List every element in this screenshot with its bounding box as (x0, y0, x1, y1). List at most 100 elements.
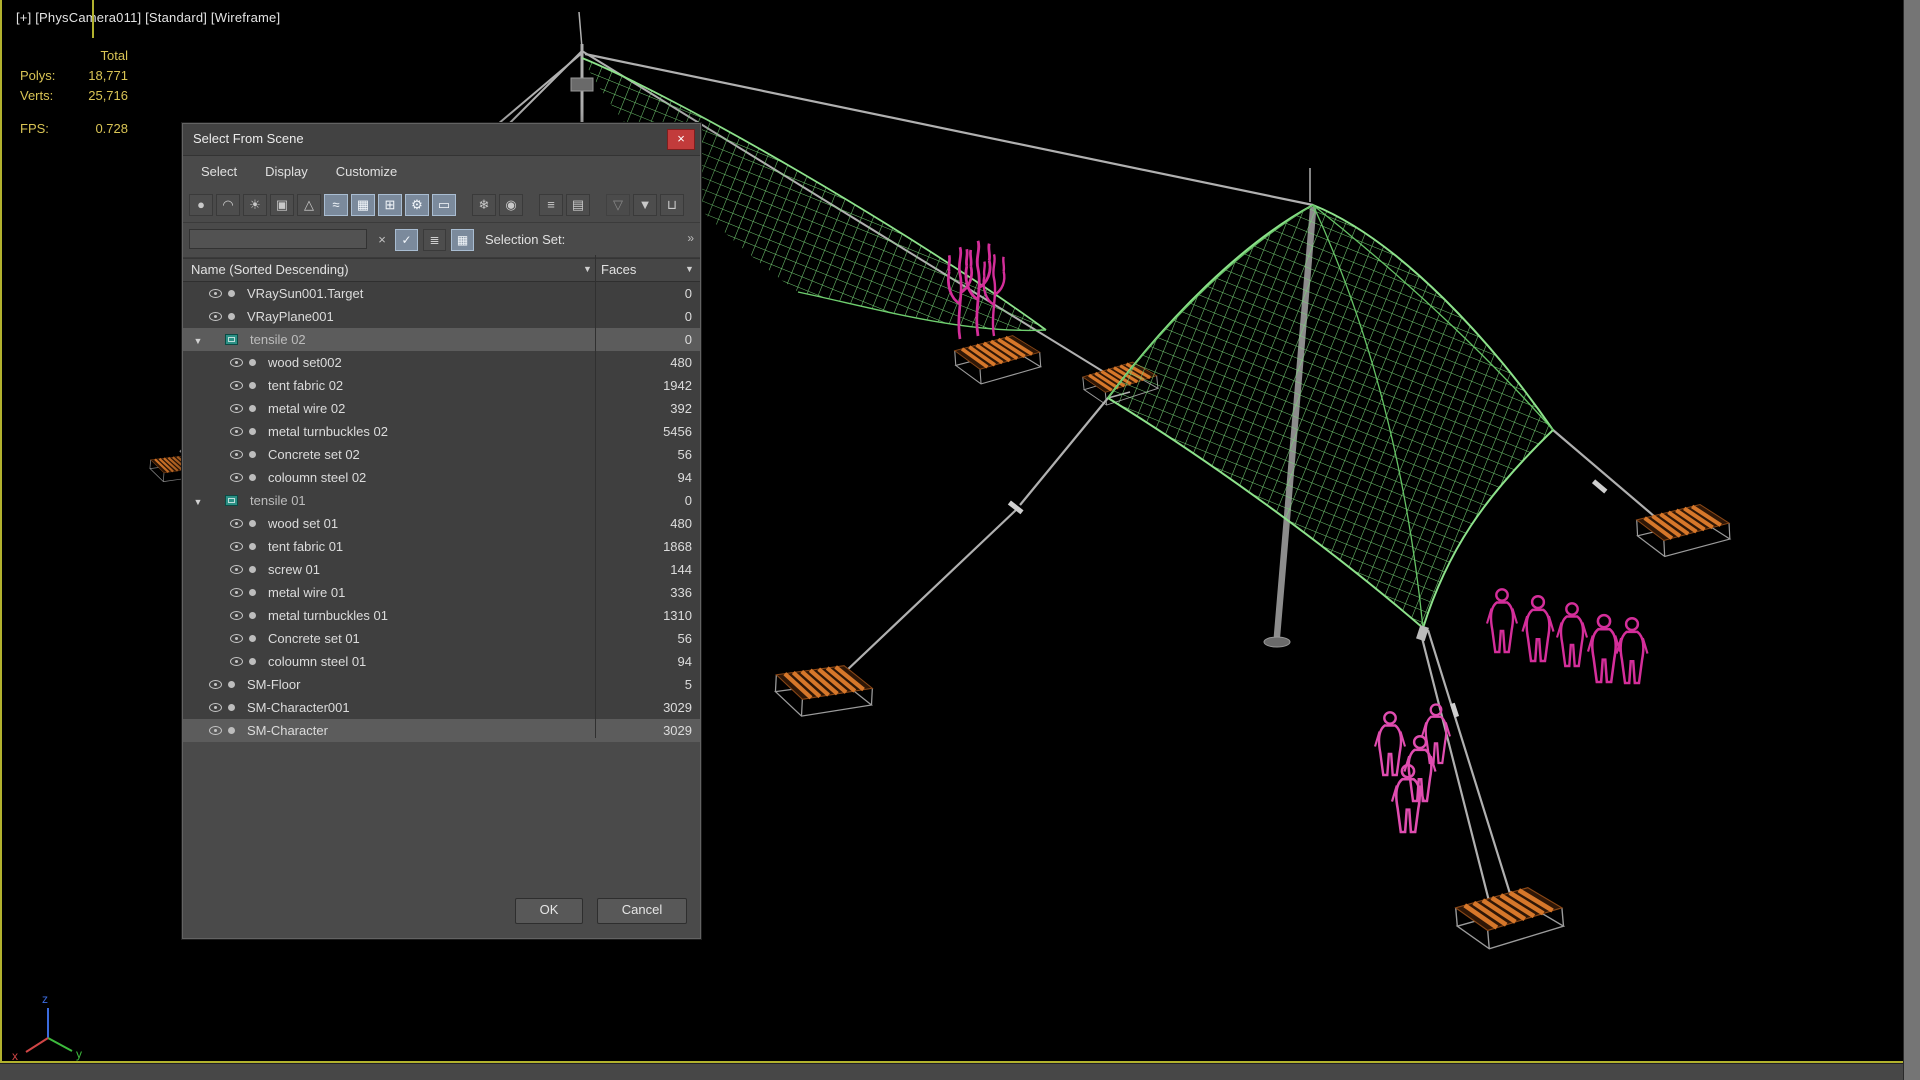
row-faces: 56 (677, 447, 692, 462)
display-containers-icon[interactable]: ▭ (432, 194, 456, 216)
visibility-eye-icon[interactable] (209, 703, 222, 712)
column-header-name[interactable]: Name (Sorted Descending) (191, 262, 349, 277)
table-row[interactable]: coloumn steel 02 94 (183, 466, 700, 489)
selectability-dot-icon[interactable] (249, 405, 256, 412)
selectability-dot-icon[interactable] (228, 313, 235, 320)
table-row[interactable]: tent fabric 02 1942 (183, 374, 700, 397)
selectability-dot-icon[interactable] (249, 658, 256, 665)
selectability-dot-icon[interactable] (228, 704, 235, 711)
menu-customize[interactable]: Customize (322, 156, 411, 188)
table-row[interactable]: metal turnbuckles 01 1310 (183, 604, 700, 627)
visibility-eye-icon[interactable] (230, 542, 243, 551)
visibility-eye-icon[interactable] (209, 289, 222, 298)
viewport-label[interactable]: [+] [PhysCamera011] [Standard] [Wirefram… (16, 10, 280, 25)
selectability-dot-icon[interactable] (249, 520, 256, 527)
table-row[interactable]: VRaySun001.Target 0 (183, 282, 700, 305)
visibility-eye-icon[interactable] (230, 473, 243, 482)
ok-button[interactable]: OK (515, 898, 583, 924)
display-bones-icon[interactable]: ⚙ (405, 194, 429, 216)
right-panel-edge[interactable] (1903, 0, 1920, 1080)
selectability-dot-icon[interactable] (228, 727, 235, 734)
selectability-dot-icon[interactable] (249, 566, 256, 573)
table-row[interactable]: Concrete set 01 56 (183, 627, 700, 650)
selectability-dot-icon[interactable] (249, 359, 256, 366)
display-geometry-icon[interactable]: ● (189, 194, 213, 216)
close-button[interactable]: × (667, 129, 695, 150)
dialog-title-bar[interactable]: Select From Scene × (183, 124, 700, 156)
table-row[interactable]: tensile 01 0 (183, 489, 700, 512)
selectability-dot-icon[interactable] (249, 451, 256, 458)
filter-sets-icon[interactable]: ▽ (606, 194, 630, 216)
selectability-dot-icon[interactable] (249, 543, 256, 550)
visibility-eye-icon[interactable] (230, 611, 243, 620)
visibility-eye-icon[interactable] (230, 634, 243, 643)
table-row[interactable]: metal wire 02 392 (183, 397, 700, 420)
menu-select[interactable]: Select (187, 156, 251, 188)
visibility-eye-icon[interactable] (230, 381, 243, 390)
table-row[interactable]: Concrete set 02 56 (183, 443, 700, 466)
visibility-eye-icon[interactable] (230, 404, 243, 413)
filter-icon[interactable]: ▼ (633, 194, 657, 216)
visibility-eye-icon[interactable] (230, 565, 243, 574)
selectability-dot-icon[interactable] (249, 589, 256, 596)
container-bin-icon[interactable]: ⊔ (660, 194, 684, 216)
clear-search-icon[interactable]: × (373, 231, 391, 249)
axis-z-label: z (42, 992, 48, 1006)
selectability-dot-icon[interactable] (249, 635, 256, 642)
row-name: metal turnbuckles 02 (268, 424, 388, 439)
display-lights-icon[interactable]: ☀ (243, 194, 267, 216)
selectability-dot-icon[interactable] (228, 290, 235, 297)
table-row[interactable]: wood set 01 480 (183, 512, 700, 535)
viewport[interactable]: z y x [+] [PhysCamera011] [Standard] [Wi… (0, 0, 1920, 1080)
scene-list[interactable]: VRaySun001.Target 0 VRayPlane001 0 tensi… (183, 282, 700, 742)
layers-icon[interactable]: ≣ (423, 229, 446, 251)
table-row[interactable]: tent fabric 01 1868 (183, 535, 700, 558)
selectability-dot-icon[interactable] (249, 382, 256, 389)
visibility-eye-icon[interactable] (230, 519, 243, 528)
selectability-dot-icon[interactable] (228, 681, 235, 688)
visibility-eye-icon[interactable] (209, 312, 222, 321)
name-sort-icon[interactable]: ▼ (583, 264, 592, 274)
select-by-filter-icon[interactable]: ✓ (395, 229, 418, 251)
display-xrefs-icon[interactable]: ⊞ (378, 194, 402, 216)
toolbar-overflow-icon[interactable]: » (687, 231, 694, 245)
view-list-icon[interactable]: ≡ (539, 194, 563, 216)
table-row[interactable]: SM-Floor 5 (183, 673, 700, 696)
display-shapes-icon[interactable]: ◠ (216, 194, 240, 216)
visibility-eye-icon[interactable] (209, 726, 222, 735)
selectability-dot-icon[interactable] (249, 474, 256, 481)
display-space-warps-icon[interactable]: ≈ (324, 194, 348, 216)
table-row[interactable]: VRayPlane001 0 (183, 305, 700, 328)
visibility-eye-icon[interactable] (230, 450, 243, 459)
display-hidden-icon[interactable]: ◉ (499, 194, 523, 216)
display-helpers-icon[interactable]: △ (297, 194, 321, 216)
display-cameras-icon[interactable]: ▣ (270, 194, 294, 216)
column-header-faces[interactable]: Faces (601, 262, 636, 277)
expander-icon[interactable] (191, 493, 205, 508)
search-input[interactable] (189, 229, 367, 249)
visibility-eye-icon[interactable] (230, 588, 243, 597)
display-groups-icon[interactable]: ▦ (351, 194, 375, 216)
visibility-eye-icon[interactable] (230, 358, 243, 367)
table-row[interactable]: metal wire 01 336 (183, 581, 700, 604)
menu-display[interactable]: Display (251, 156, 322, 188)
table-row[interactable]: tensile 02 0 (183, 328, 700, 351)
cancel-button[interactable]: Cancel (597, 898, 687, 924)
display-frozen-icon[interactable]: ❄ (472, 194, 496, 216)
table-row[interactable]: screw 01 144 (183, 558, 700, 581)
visibility-eye-icon[interactable] (230, 427, 243, 436)
table-row[interactable]: SM-Character001 3029 (183, 696, 700, 719)
table-row[interactable]: metal turnbuckles 02 5456 (183, 420, 700, 443)
expander-icon[interactable] (191, 332, 205, 347)
table-row[interactable]: wood set002 480 (183, 351, 700, 374)
table-row[interactable]: coloumn steel 01 94 (183, 650, 700, 673)
visibility-eye-icon[interactable] (230, 657, 243, 666)
list-header[interactable]: Name (Sorted Descending) ▼ Faces ▼ (183, 258, 700, 282)
selectability-dot-icon[interactable] (249, 428, 256, 435)
selection-set-window-icon[interactable]: ▦ (451, 229, 474, 251)
view-columns-icon[interactable]: ▤ (566, 194, 590, 216)
faces-sort-icon[interactable]: ▼ (685, 264, 694, 274)
visibility-eye-icon[interactable] (209, 680, 222, 689)
selectability-dot-icon[interactable] (249, 612, 256, 619)
table-row[interactable]: SM-Character 3029 (183, 719, 700, 742)
